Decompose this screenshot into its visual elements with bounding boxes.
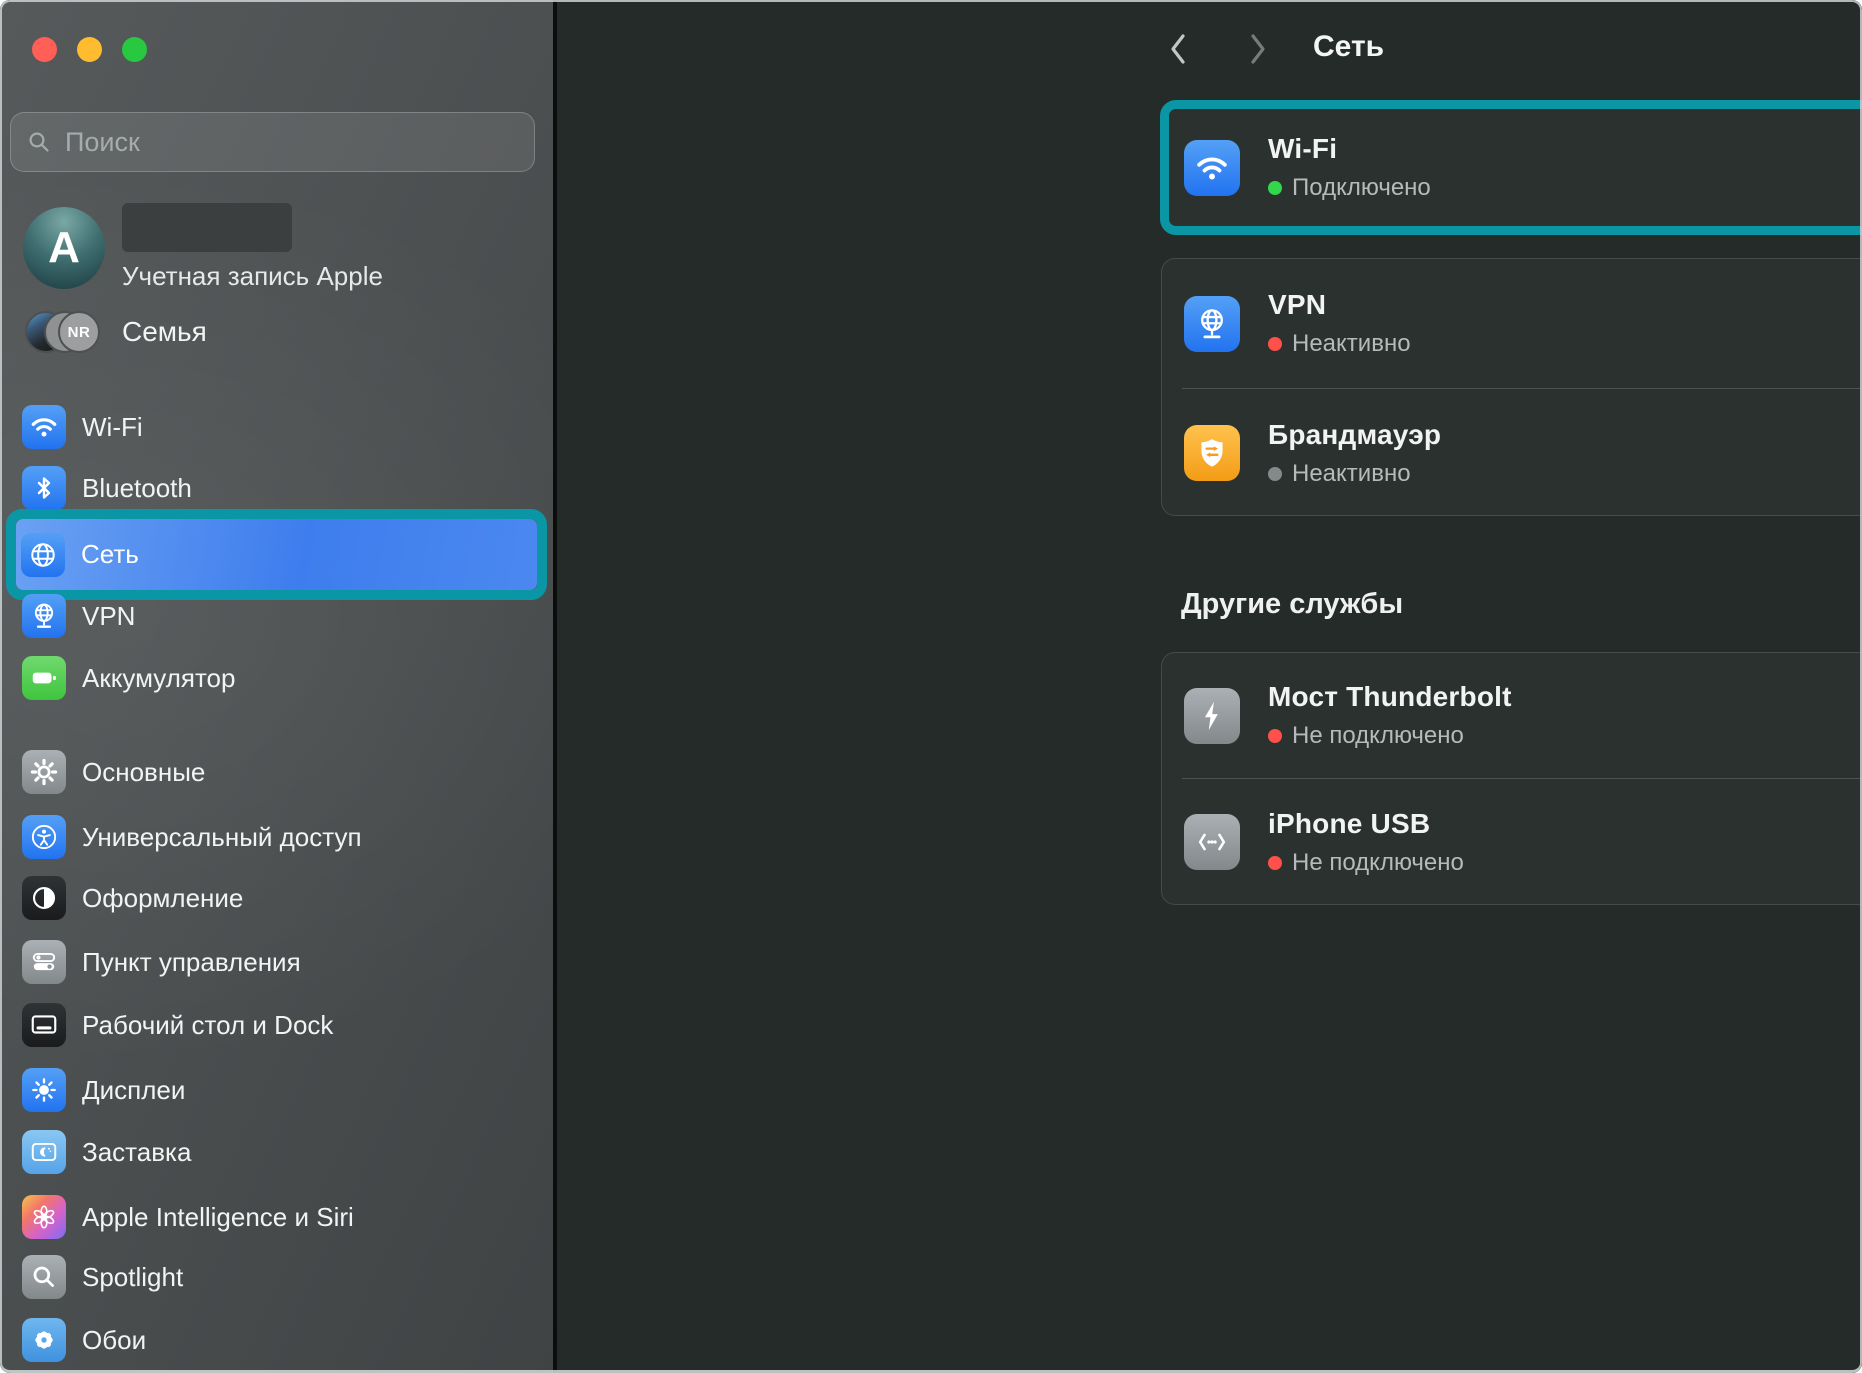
sidebar-item-battery[interactable]: Аккумулятор bbox=[14, 647, 541, 709]
vpn-icon bbox=[1184, 296, 1240, 352]
thunderbolt-bridge-label: Мост Thunderbolt bbox=[1268, 681, 1512, 713]
screensaver-icon bbox=[22, 1130, 66, 1174]
desktop-dock-icon bbox=[22, 1003, 66, 1047]
sidebar-item-label: Аккумулятор bbox=[82, 663, 235, 694]
sidebar-item-label: Сеть bbox=[81, 539, 139, 570]
forward-button[interactable] bbox=[1235, 26, 1281, 72]
status-dot-inactive bbox=[1268, 337, 1282, 351]
family-avatar-initials: NR bbox=[58, 311, 100, 353]
iphone-usb-icon bbox=[1184, 814, 1240, 870]
thunderbolt-icon bbox=[1184, 688, 1240, 744]
sidebar-item-displays[interactable]: Дисплеи bbox=[14, 1059, 541, 1121]
sidebar-item-accessibility[interactable]: Универсальный доступ bbox=[14, 806, 541, 868]
sidebar-item-label: Рабочий стол и Dock bbox=[82, 1010, 333, 1041]
system-settings-window: Поиск A Учетная запись Apple NR Семья Wi… bbox=[0, 0, 1862, 1373]
sidebar-item-wallpaper[interactable]: Обои bbox=[14, 1309, 541, 1371]
apple-account-avatar[interactable]: A bbox=[23, 207, 105, 289]
gear-icon bbox=[22, 750, 66, 794]
other-services-card: Мост Thunderbolt Не подключено bbox=[1161, 652, 1862, 905]
wifi-label: Wi-Fi bbox=[1268, 133, 1431, 165]
close-window-button[interactable] bbox=[32, 37, 57, 62]
sidebar-item-label: Оформление bbox=[82, 883, 243, 914]
sidebar-item-desktop-dock[interactable]: Рабочий стол и Dock bbox=[14, 994, 541, 1056]
sidebar-item-control-center[interactable]: Пункт управления bbox=[14, 931, 541, 993]
control-center-icon bbox=[22, 940, 66, 984]
vpn-icon bbox=[22, 594, 66, 638]
sidebar-item-label: Apple Intelligence и Siri bbox=[82, 1202, 354, 1233]
thunderbolt-bridge-status: Не подключено bbox=[1292, 722, 1464, 750]
minimize-window-button[interactable] bbox=[77, 37, 102, 62]
bluetooth-icon bbox=[22, 466, 66, 510]
sidebar-item-label: Пункт управления bbox=[82, 947, 301, 978]
network-pane: Сеть Wi-Fi Подключено bbox=[557, 0, 1862, 1373]
accessibility-icon bbox=[22, 815, 66, 859]
vpn-row[interactable]: VPN Неактивно bbox=[1162, 259, 1862, 388]
chevron-left-icon bbox=[1165, 30, 1191, 68]
sidebar-item-label: Spotlight bbox=[82, 1262, 183, 1293]
sidebar-item-label: Wi-Fi bbox=[82, 412, 143, 443]
thunderbolt-bridge-row[interactable]: Мост Thunderbolt Не подключено bbox=[1162, 653, 1862, 778]
other-services-heading: Другие службы bbox=[1181, 588, 1403, 621]
status-dot-connected bbox=[1268, 181, 1282, 195]
firewall-status: Неактивно bbox=[1292, 460, 1411, 488]
status-dot-not-connected bbox=[1268, 856, 1282, 870]
sidebar-item-spotlight[interactable]: Spotlight bbox=[14, 1246, 541, 1308]
sidebar-item-vpn[interactable]: VPN bbox=[14, 585, 541, 647]
battery-icon bbox=[22, 656, 66, 700]
iphone-usb-label: iPhone USB bbox=[1268, 808, 1464, 840]
redacted-account-name bbox=[122, 203, 292, 252]
siri-flower-icon bbox=[22, 1195, 66, 1239]
apple-account-label[interactable]: Учетная запись Apple bbox=[122, 261, 383, 292]
search-icon bbox=[27, 130, 51, 154]
wifi-row[interactable]: Wi-Fi Подключено bbox=[1160, 100, 1862, 235]
sidebar-item-label: Заставка bbox=[82, 1137, 191, 1168]
vpn-status: Неактивно bbox=[1292, 330, 1411, 358]
sun-icon bbox=[22, 1068, 66, 1112]
firewall-label: Брандмауэр bbox=[1268, 419, 1441, 451]
iphone-usb-status: Не подключено bbox=[1292, 849, 1464, 877]
status-dot-not-connected bbox=[1268, 729, 1282, 743]
sidebar-item-appearance[interactable]: Оформление bbox=[14, 867, 541, 929]
appearance-contrast-icon bbox=[22, 876, 66, 920]
family-row[interactable]: Семья bbox=[122, 316, 207, 348]
wallpaper-flower-icon bbox=[22, 1318, 66, 1362]
zoom-window-button[interactable] bbox=[122, 37, 147, 62]
sidebar-item-wifi[interactable]: Wi-Fi bbox=[14, 396, 541, 458]
firewall-row[interactable]: Брандмауэр Неактивно bbox=[1162, 389, 1862, 517]
sidebar-item-general[interactable]: Основные bbox=[14, 741, 541, 803]
sidebar-item-screensaver[interactable]: Заставка bbox=[14, 1121, 541, 1183]
window-controls bbox=[32, 37, 147, 62]
wifi-icon bbox=[1184, 140, 1240, 196]
vpn-label: VPN bbox=[1268, 289, 1411, 321]
sidebar-item-label: Обои bbox=[82, 1325, 146, 1356]
sidebar-item-label: Универсальный доступ bbox=[82, 822, 362, 853]
sidebar: Поиск A Учетная запись Apple NR Семья Wi… bbox=[0, 0, 553, 1373]
network-services-card: VPN Неактивно bbox=[1161, 258, 1862, 516]
sidebar-item-label: Bluetooth bbox=[82, 473, 192, 504]
search-input[interactable]: Поиск bbox=[10, 112, 535, 172]
page-title: Сеть bbox=[1313, 30, 1384, 64]
iphone-usb-row[interactable]: iPhone USB Не подключено bbox=[1162, 779, 1862, 905]
sidebar-item-label: Основные bbox=[82, 757, 205, 788]
wifi-status: Подключено bbox=[1292, 174, 1431, 202]
network-globe-icon bbox=[21, 533, 65, 577]
back-button[interactable] bbox=[1155, 26, 1201, 72]
spotlight-magnifier-icon bbox=[22, 1255, 66, 1299]
wifi-icon bbox=[22, 405, 66, 449]
search-placeholder: Поиск bbox=[65, 127, 140, 158]
status-dot-inactive bbox=[1268, 467, 1282, 481]
firewall-shield-icon bbox=[1184, 425, 1240, 481]
sidebar-item-network[interactable]: Сеть bbox=[16, 519, 537, 590]
avatar-initial: A bbox=[48, 223, 80, 273]
sidebar-item-label: VPN bbox=[82, 601, 135, 632]
sidebar-item-label: Дисплеи bbox=[82, 1075, 185, 1106]
family-avatar-badge: NR bbox=[68, 324, 91, 341]
sidebar-item-apple-intelligence[interactable]: Apple Intelligence и Siri bbox=[14, 1186, 541, 1248]
chevron-right-icon bbox=[1245, 30, 1271, 68]
